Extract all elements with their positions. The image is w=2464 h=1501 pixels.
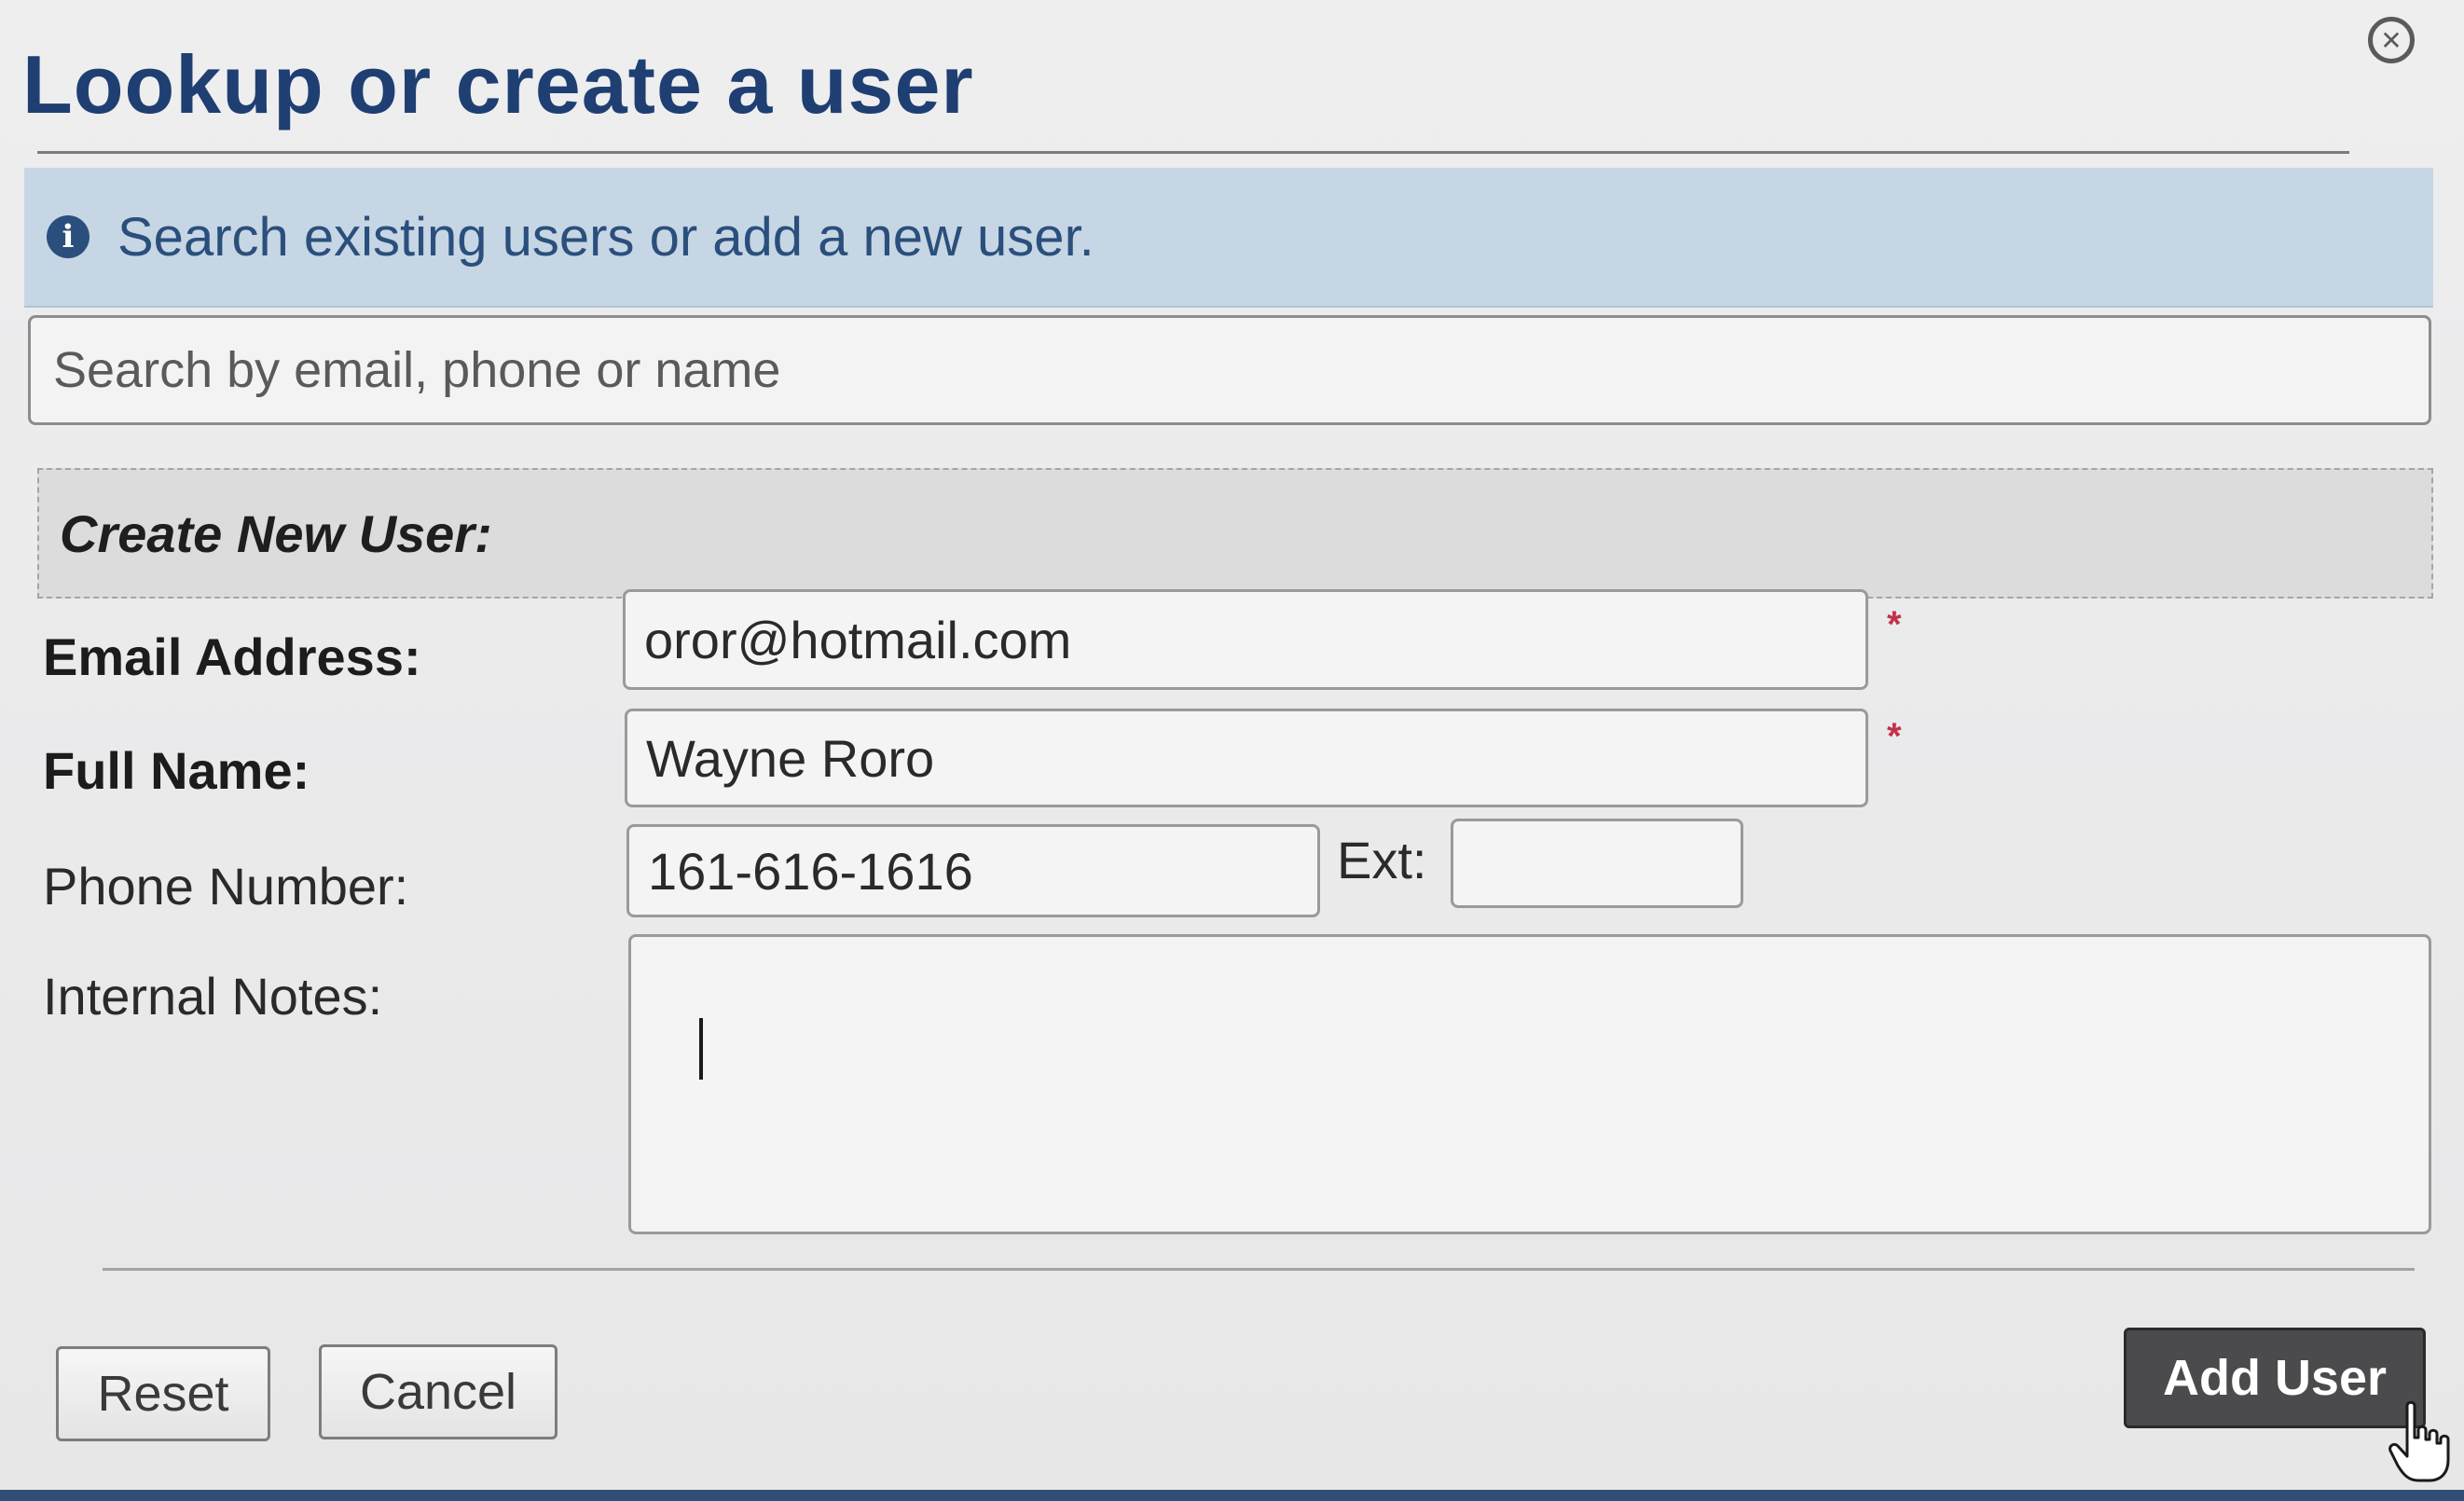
dialog-title: Lookup or create a user — [22, 38, 974, 131]
info-banner: i Search existing users or add a new use… — [24, 168, 2433, 308]
full-name-label: Full Name: — [43, 741, 310, 800]
internal-notes-textarea[interactable] — [628, 934, 2431, 1234]
info-message: Search existing users or add a new user. — [117, 206, 1094, 268]
internal-notes-label: Internal Notes: — [43, 967, 383, 1026]
hand-pointer-icon — [2388, 1400, 2450, 1482]
cancel-button[interactable]: Cancel — [319, 1344, 557, 1439]
footer-divider — [103, 1268, 2415, 1271]
phone-label: Phone Number: — [43, 857, 409, 916]
phone-ext-field[interactable] — [1451, 819, 1743, 908]
create-user-section-header: Create New User: — [37, 468, 2433, 599]
title-divider — [37, 151, 2349, 154]
email-field[interactable] — [623, 589, 1868, 690]
full-name-required-marker: * — [1887, 716, 1902, 757]
search-input[interactable] — [28, 315, 2431, 425]
email-required-marker: * — [1887, 604, 1902, 645]
bottom-edge-bar — [0, 1490, 2464, 1501]
text-caret — [699, 1018, 703, 1080]
phone-number-field[interactable] — [626, 824, 1320, 917]
section-title: Create New User: — [60, 503, 492, 563]
close-icon[interactable]: ✕ — [2368, 17, 2415, 63]
info-icon: i — [47, 215, 89, 258]
add-user-button[interactable]: Add User — [2124, 1328, 2426, 1428]
reset-button[interactable]: Reset — [56, 1346, 270, 1441]
lookup-user-dialog: ✕ Lookup or create a user i Search exist… — [0, 0, 2464, 1490]
full-name-field[interactable] — [625, 709, 1868, 807]
ext-label: Ext: — [1337, 831, 1427, 889]
email-label: Email Address: — [43, 627, 421, 686]
